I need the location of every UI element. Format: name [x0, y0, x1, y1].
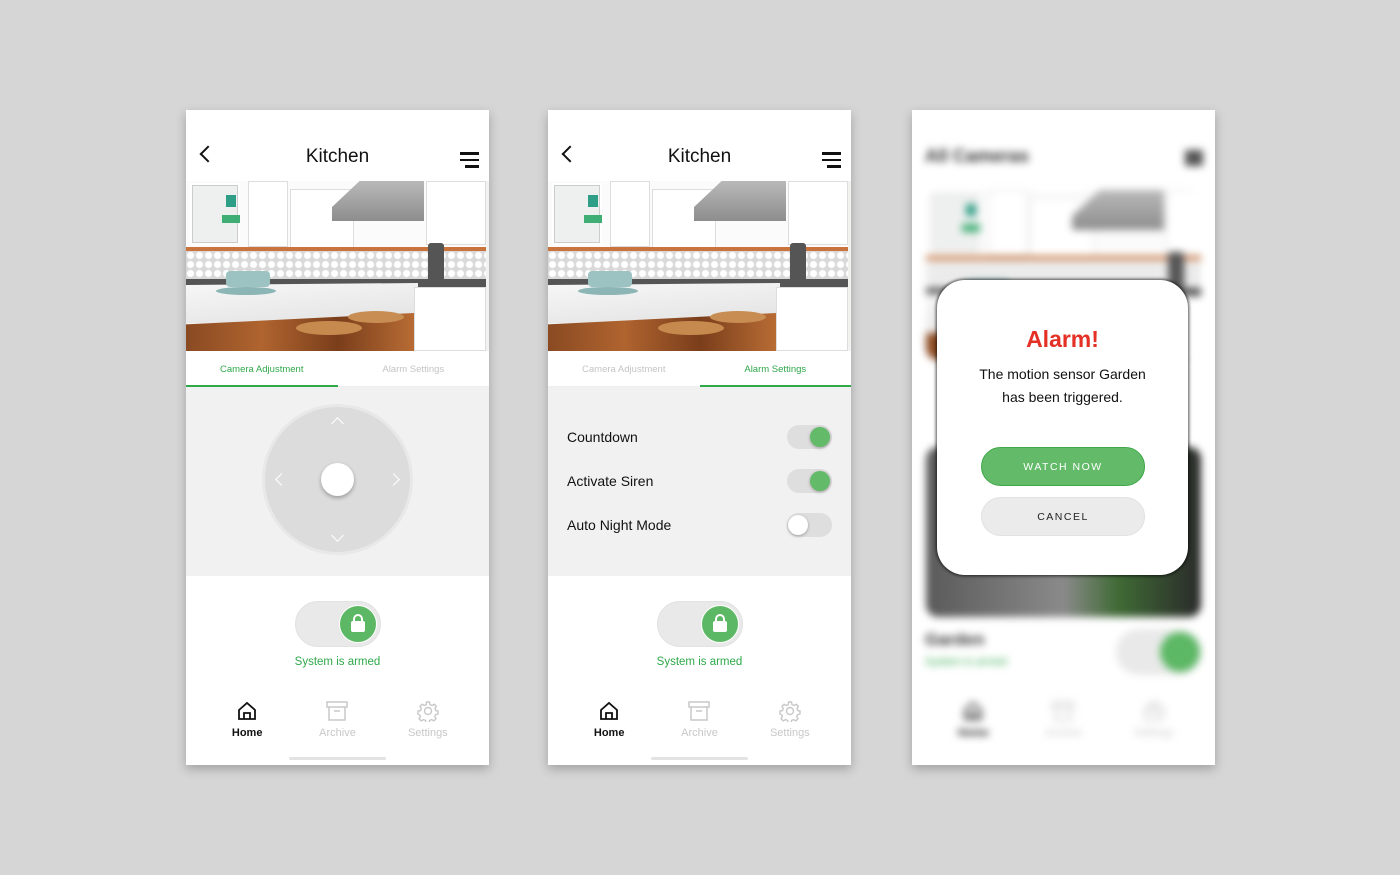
lock-icon — [713, 614, 727, 632]
home-indicator — [289, 757, 386, 760]
setting-label: Activate Siren — [567, 473, 654, 489]
nav-label: Home — [593, 727, 625, 739]
nav-label: Home — [231, 727, 263, 739]
chevron-down-icon[interactable] — [331, 529, 344, 542]
nav-label: Archive — [319, 727, 356, 739]
nav-item-settings[interactable]: Settings — [1114, 690, 1194, 750]
message-line: has been triggered. — [1002, 389, 1123, 405]
arm-system-toggle[interactable] — [657, 601, 743, 647]
nav-item-home[interactable]: Home — [933, 690, 1013, 750]
activate-siren-toggle[interactable] — [787, 469, 832, 493]
nav-item-home[interactable]: Home — [569, 690, 649, 750]
header: Kitchen — [548, 110, 851, 181]
message-line: The motion sensor Garden — [979, 366, 1146, 382]
setting-auto-night-mode: Auto Night Mode — [567, 512, 832, 538]
tab-camera-adjustment[interactable]: Camera Adjustment — [186, 351, 338, 387]
bottom-nav: Home Archive Settings — [186, 690, 489, 750]
bg-bottom-nav: Home Archive Settings — [912, 690, 1215, 750]
nav-item-settings[interactable]: Settings — [750, 690, 830, 750]
nav-label: Settings — [1133, 727, 1174, 739]
camera-feed[interactable]: live — [548, 181, 851, 351]
menu-icon[interactable] — [822, 152, 841, 172]
bg-title: All Cameras — [925, 146, 1030, 166]
alarm-title: Alarm! — [1026, 326, 1099, 352]
tab-alarm-settings[interactable]: Alarm Settings — [699, 351, 852, 387]
chevron-right-icon[interactable] — [387, 473, 400, 486]
gear-icon — [750, 700, 830, 722]
archive-icon — [297, 700, 377, 722]
cancel-button[interactable]: CANCEL — [981, 497, 1145, 536]
camera-feed[interactable]: live — [186, 181, 489, 351]
tab-bar: Camera Adjustment Alarm Settings — [186, 351, 489, 387]
auto-night-mode-toggle[interactable] — [787, 513, 832, 537]
nav-item-archive[interactable]: Archive — [297, 690, 377, 750]
live-label: live — [826, 186, 845, 200]
countdown-toggle[interactable] — [787, 425, 832, 449]
alarm-message: The motion sensor Garden has been trigger… — [937, 363, 1188, 409]
menu-icon[interactable] — [460, 152, 479, 172]
chevron-left-icon[interactable] — [275, 473, 288, 486]
live-badge: live — [450, 186, 483, 200]
header: Kitchen — [186, 110, 489, 181]
video-camera-icon — [812, 189, 823, 197]
nav-item-settings[interactable]: Settings — [388, 690, 468, 750]
bg-camera-name: Garden — [925, 630, 985, 649]
home-icon — [933, 700, 1013, 722]
archive-icon — [1023, 700, 1103, 722]
tab-bar: Camera Adjustment Alarm Settings — [548, 351, 851, 387]
video-camera-icon — [450, 189, 461, 197]
nav-label: Archive — [1045, 727, 1082, 739]
nav-label: Settings — [407, 727, 448, 739]
tab-camera-adjustment[interactable]: Camera Adjustment — [548, 351, 700, 386]
alarm-dialog: Alarm! The motion sensor Garden has been … — [937, 280, 1188, 575]
home-icon — [207, 700, 287, 722]
gear-icon — [388, 700, 468, 722]
arm-system-toggle[interactable] — [295, 601, 381, 647]
arm-status: System is armed — [294, 656, 381, 668]
nav-label: Archive — [681, 727, 718, 739]
bottom-nav: Home Archive Settings — [548, 690, 851, 750]
page-title: Kitchen — [667, 146, 732, 167]
nav-item-archive[interactable]: Archive — [659, 690, 739, 750]
nav-item-home[interactable]: Home — [207, 690, 287, 750]
bg-status: System is armed — [925, 656, 1007, 668]
gear-icon — [1114, 700, 1194, 722]
camera-adjustment-panel — [186, 387, 489, 576]
menu-icon — [1185, 150, 1203, 166]
setting-label: Countdown — [567, 429, 638, 445]
tab-alarm-settings[interactable]: Alarm Settings — [338, 351, 490, 386]
home-indicator — [651, 757, 748, 760]
lock-icon — [351, 614, 365, 632]
nav-label: Home — [957, 727, 989, 739]
bg-arm-toggle — [1116, 629, 1202, 675]
phone-camera-adjustment: Kitchen live Camera Adjustment Alarm Set… — [186, 110, 489, 765]
live-label: live — [464, 186, 483, 200]
chevron-up-icon[interactable] — [331, 417, 344, 430]
live-badge: live — [812, 186, 845, 200]
setting-activate-siren: Activate Siren — [567, 468, 832, 494]
nav-label: Settings — [769, 727, 810, 739]
setting-label: Auto Night Mode — [567, 517, 672, 533]
alarm-settings-panel: Countdown Activate Siren Auto Night Mode — [548, 387, 851, 576]
joystick-knob[interactable] — [321, 463, 354, 496]
home-icon — [569, 700, 649, 722]
phone-alarm-settings: Kitchen live Camera Adjustment Alarm Set… — [548, 110, 851, 765]
nav-item-archive[interactable]: Archive — [1023, 690, 1103, 750]
setting-countdown: Countdown — [567, 424, 832, 450]
arm-status: System is armed — [656, 656, 743, 668]
watch-now-button[interactable]: WATCH NOW — [981, 447, 1145, 486]
pan-tilt-joystick[interactable] — [262, 404, 413, 555]
phone-alarm-popup: All Cameras Garden System is armed Home A… — [912, 110, 1215, 765]
archive-icon — [659, 700, 739, 722]
page-title: Kitchen — [305, 146, 370, 167]
